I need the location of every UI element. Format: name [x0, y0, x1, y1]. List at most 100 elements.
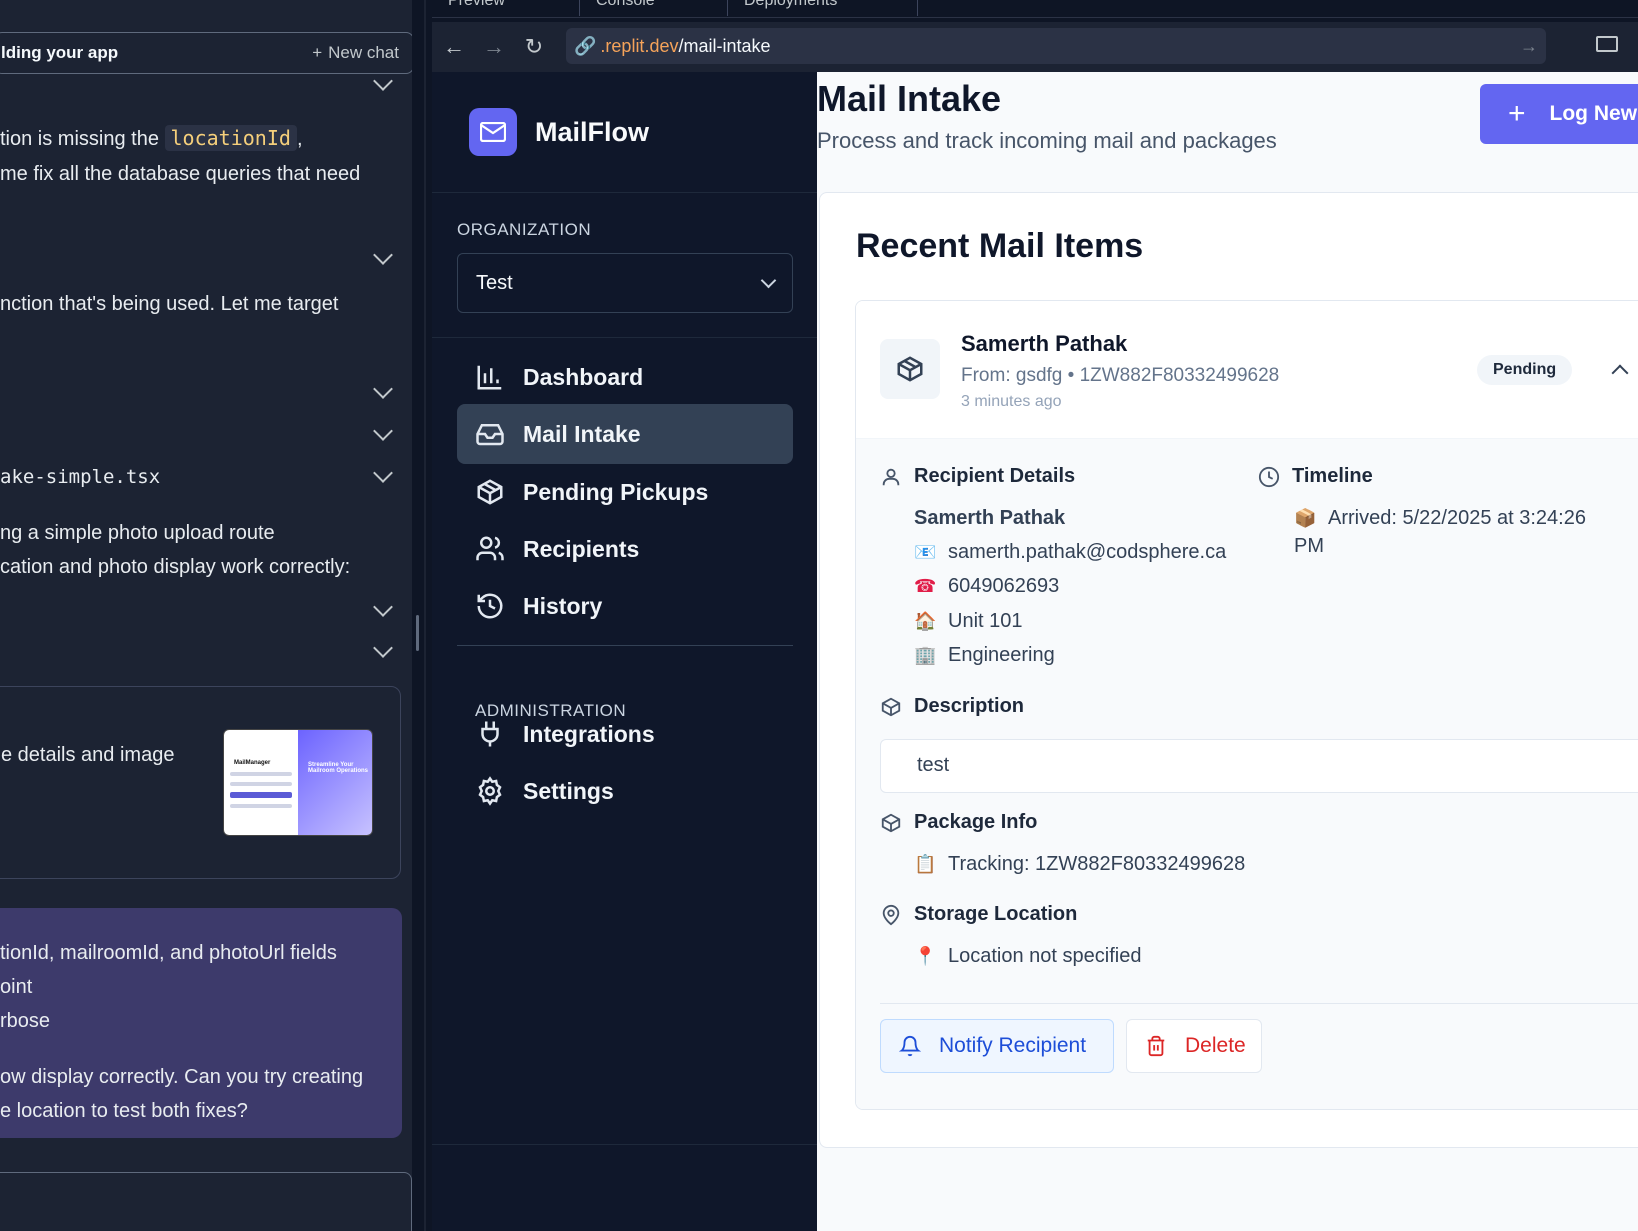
- plus-icon: +: [1508, 97, 1526, 130]
- preview-browser: Preview Console Deployments ← → ↻ 🔗 .rep…: [432, 0, 1638, 1231]
- chat-text-line: nction that's being used. Let me target: [0, 293, 339, 315]
- trash-icon: [1147, 1035, 1165, 1057]
- brand[interactable]: MailFlow: [469, 108, 649, 156]
- clipboard-icon: 📋: [914, 854, 937, 874]
- chevron-up-icon[interactable]: [1611, 364, 1629, 382]
- mail-item-header[interactable]: Samerth Pathak From: gsdfg • 1ZW882F8033…: [856, 301, 1638, 439]
- nav-history[interactable]: History: [457, 576, 793, 636]
- package-icon: [881, 813, 901, 832]
- mail-icon: [469, 108, 517, 156]
- email-icon: 📧: [914, 542, 937, 562]
- map-pin-icon: [882, 904, 900, 925]
- reload-icon[interactable]: ↻: [514, 27, 554, 67]
- chevron-down-icon: [760, 272, 777, 288]
- chevron-down-icon[interactable]: [373, 421, 393, 441]
- log-new-button[interactable]: + Log New: [1480, 84, 1638, 144]
- nav-integrations[interactable]: Integrations: [457, 704, 793, 764]
- nav-pending-pickups[interactable]: Pending Pickups: [457, 462, 793, 522]
- tab-bar: Preview Console Deployments: [432, 0, 1638, 18]
- back-icon[interactable]: ←: [434, 27, 474, 67]
- link-icon: 🔗: [574, 35, 597, 56]
- storage-line: 📍 Location not specified: [914, 945, 1142, 967]
- chat-file-name[interactable]: ake-simple.tsx: [0, 466, 160, 488]
- package-icon: [880, 339, 940, 399]
- package-info-heading: Package Info: [880, 811, 1037, 834]
- package-icon: [881, 697, 901, 716]
- recipient-name: Samerth Pathak: [961, 331, 1128, 356]
- chevron-down-icon[interactable]: [373, 638, 393, 658]
- url-input[interactable]: 🔗 .replit.dev/mail-intake →: [566, 28, 1546, 64]
- chat-text-line: cation and photo display work correctly:: [0, 556, 351, 578]
- delete-button[interactable]: Delete: [1126, 1019, 1262, 1073]
- nav-label: Recipients: [523, 535, 640, 562]
- chevron-down-icon[interactable]: [373, 463, 393, 483]
- chat-text-line: e details and image: [1, 744, 175, 766]
- time-ago: 3 minutes ago: [961, 393, 1062, 410]
- building-icon: 🏢: [914, 645, 937, 665]
- status-badge: Pending: [1477, 355, 1573, 385]
- detail-phone: ☎ 6049062693: [914, 575, 1060, 597]
- tab-deployments[interactable]: Deployments: [728, 0, 918, 16]
- chat-text-line: tion is missing the locationId,: [0, 125, 303, 151]
- chevron-down-icon[interactable]: [373, 71, 393, 91]
- nav-label: Settings: [523, 777, 614, 804]
- user-icon: [882, 468, 900, 485]
- bell-icon: [899, 1036, 921, 1057]
- url-domain: .replit.dev: [600, 35, 679, 56]
- main-content: Mail Intake Process and track incoming m…: [817, 72, 1638, 1231]
- box-icon: 📦: [1294, 508, 1317, 528]
- open-external-icon[interactable]: →: [1520, 36, 1538, 57]
- recent-mail-card: Recent Mail Items Samerth Pathak From: g…: [819, 192, 1638, 1148]
- inbox-icon: [476, 424, 504, 446]
- new-chat-button[interactable]: + New chat: [312, 43, 399, 63]
- org-label: ORGANIZATION: [457, 220, 592, 239]
- package-icon: [477, 479, 503, 505]
- thumb-tagline: Streamline Your Mailroom Operations: [308, 762, 369, 774]
- nav-mail-intake[interactable]: Mail Intake: [457, 404, 793, 464]
- screenshot-thumbnail[interactable]: MailManager Streamline Your Mailroom Ope…: [223, 729, 373, 836]
- chat-input[interactable]: [0, 1172, 412, 1231]
- brand-name: MailFlow: [535, 116, 649, 147]
- chevron-down-icon[interactable]: [373, 597, 393, 617]
- chat-title: lding your app: [1, 43, 119, 62]
- nav-settings[interactable]: Settings: [457, 761, 793, 821]
- device-icon[interactable]: [1596, 36, 1618, 52]
- pane-divider[interactable]: [412, 0, 424, 1231]
- attachment-card: e details and image MailManager Streamli…: [0, 686, 401, 879]
- mail-item: Samerth Pathak From: gsdfg • 1ZW882F8033…: [855, 300, 1638, 1110]
- plug-icon: [481, 721, 499, 747]
- timeline-heading: Timeline: [1258, 465, 1373, 488]
- chat-text-line: me fix all the database queries that nee…: [0, 163, 361, 185]
- chat-panel: lding your app + New chat tion is missing…: [0, 0, 426, 1231]
- url-bar: ← → ↻ 🔗 .replit.dev/mail-intake →: [432, 22, 1638, 72]
- delete-label: Delete: [1185, 1034, 1246, 1057]
- chevron-down-icon[interactable]: [373, 245, 393, 265]
- detail-name: Samerth Pathak: [914, 507, 1066, 529]
- forward-icon[interactable]: →: [474, 27, 514, 67]
- notify-recipient-button[interactable]: Notify Recipient: [880, 1019, 1114, 1073]
- description-text: test: [880, 739, 1638, 793]
- description-heading: Description: [880, 695, 1024, 718]
- chat-text-line: e location to test both fixes?: [0, 1100, 248, 1122]
- nav-label: Mail Intake: [523, 420, 641, 447]
- nav-dashboard[interactable]: Dashboard: [457, 347, 793, 407]
- tab-console[interactable]: Console: [580, 0, 728, 16]
- thumb-title: MailManager: [234, 760, 271, 766]
- chat-text-line: ow display correctly. Can you try creati…: [0, 1066, 364, 1088]
- chevron-down-icon[interactable]: [373, 379, 393, 399]
- organization-select[interactable]: Test: [457, 253, 793, 313]
- org-value: Test: [476, 271, 513, 294]
- mail-item-details: Recipient Details Samerth Pathak 📧 samert…: [856, 439, 1638, 1109]
- clock-icon: [1258, 466, 1280, 487]
- nav-label: History: [523, 592, 603, 619]
- pin-icon: 📍: [914, 946, 937, 966]
- detail-department: 🏢 Engineering: [914, 644, 1055, 666]
- chat-header: lding your app + New chat: [0, 32, 414, 74]
- nav-recipients[interactable]: Recipients: [457, 519, 793, 579]
- plus-icon: +: [312, 43, 323, 62]
- users-icon: [476, 536, 504, 561]
- drag-handle[interactable]: [416, 615, 419, 651]
- bar-chart-icon: [477, 365, 502, 390]
- tab-preview[interactable]: Preview: [432, 0, 580, 16]
- nav-label: Dashboard: [523, 363, 644, 390]
